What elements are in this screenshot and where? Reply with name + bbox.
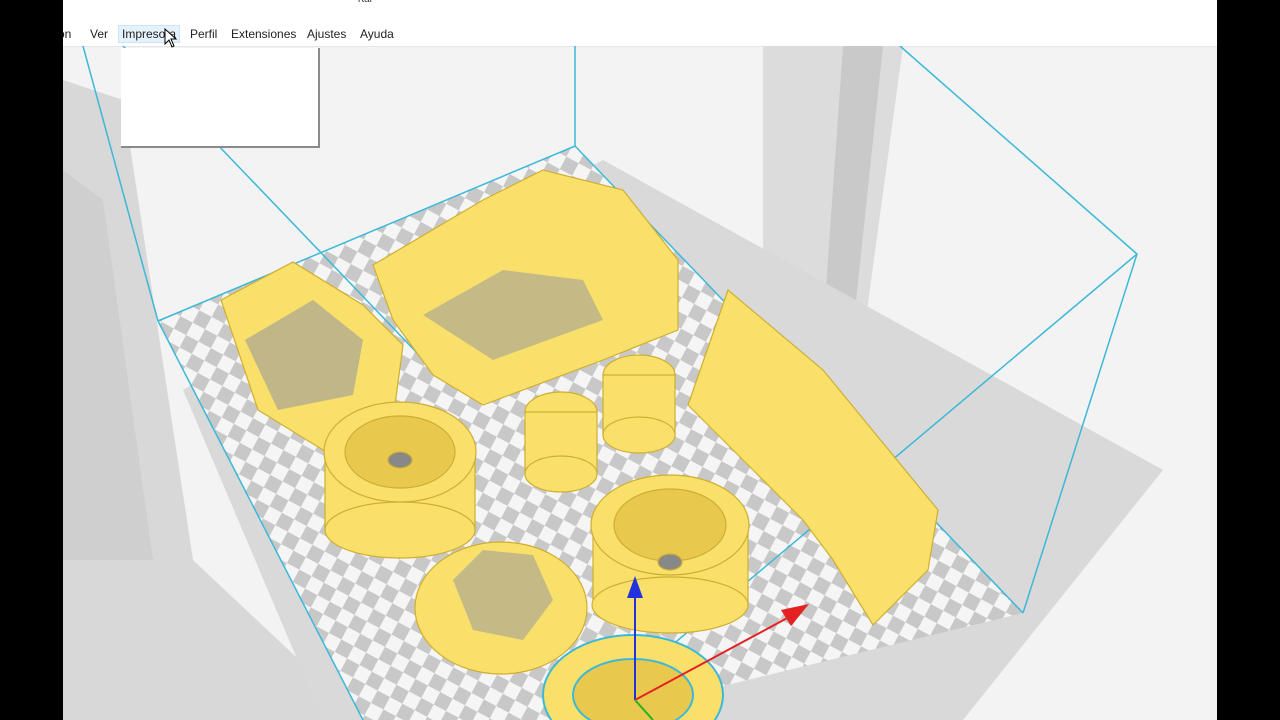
menu-ver[interactable]: Ver <box>87 26 111 42</box>
window-title: rtal <box>358 0 372 5</box>
menu-archivo[interactable]: on <box>63 26 74 42</box>
menu-perfil[interactable]: Perfil <box>187 26 220 42</box>
menu-bar: on Ver Impresora Perfil Extensiones Ajus… <box>63 20 1217 47</box>
arrow-cursor-icon <box>164 28 178 48</box>
title-bar: rtal <box>63 0 1217 20</box>
impresora-menu-popup <box>121 48 320 148</box>
cura-window: rtal on Ver Impresora Perfil Extensiones… <box>63 0 1217 720</box>
menu-ayuda[interactable]: Ayuda <box>357 26 397 42</box>
menu-extensiones[interactable]: Extensiones <box>228 26 299 42</box>
menu-ajustes[interactable]: Ajustes <box>304 26 349 42</box>
